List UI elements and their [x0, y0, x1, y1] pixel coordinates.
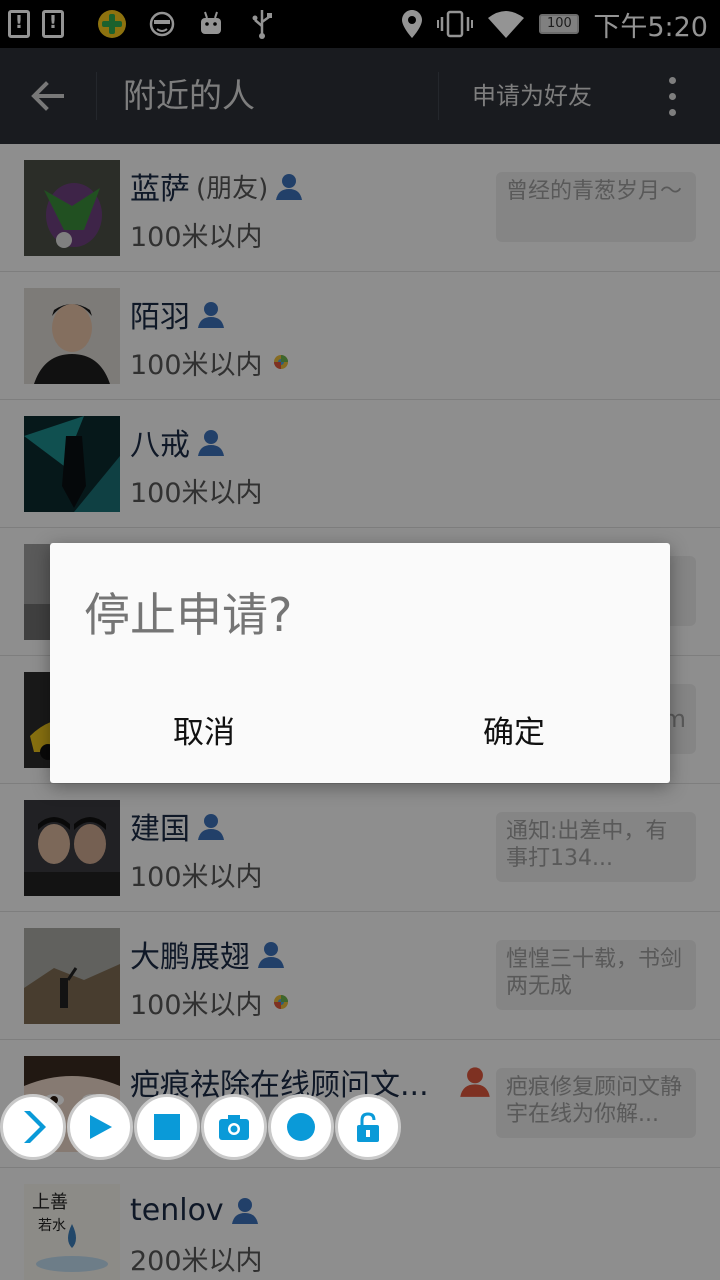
stop-icon [154, 1114, 180, 1140]
play-button[interactable] [67, 1094, 133, 1160]
play-icon [90, 1115, 112, 1139]
camera-icon [219, 1115, 249, 1140]
stop-button[interactable] [134, 1094, 200, 1160]
chevron-right-icon [24, 1111, 46, 1143]
expand-button[interactable] [0, 1094, 66, 1160]
stop-request-dialog: 停止申请? 取消 确定 [50, 543, 670, 783]
unlock-icon [357, 1112, 379, 1142]
recorder-toolbar [0, 1094, 401, 1160]
screenshot-button[interactable] [201, 1094, 267, 1160]
record-icon [287, 1113, 315, 1141]
dialog-title: 停止申请? [84, 588, 293, 642]
unlock-button[interactable] [335, 1094, 401, 1160]
cancel-button[interactable]: 取消 [104, 701, 304, 765]
record-button[interactable] [268, 1094, 334, 1160]
confirm-button[interactable]: 确定 [414, 701, 614, 765]
